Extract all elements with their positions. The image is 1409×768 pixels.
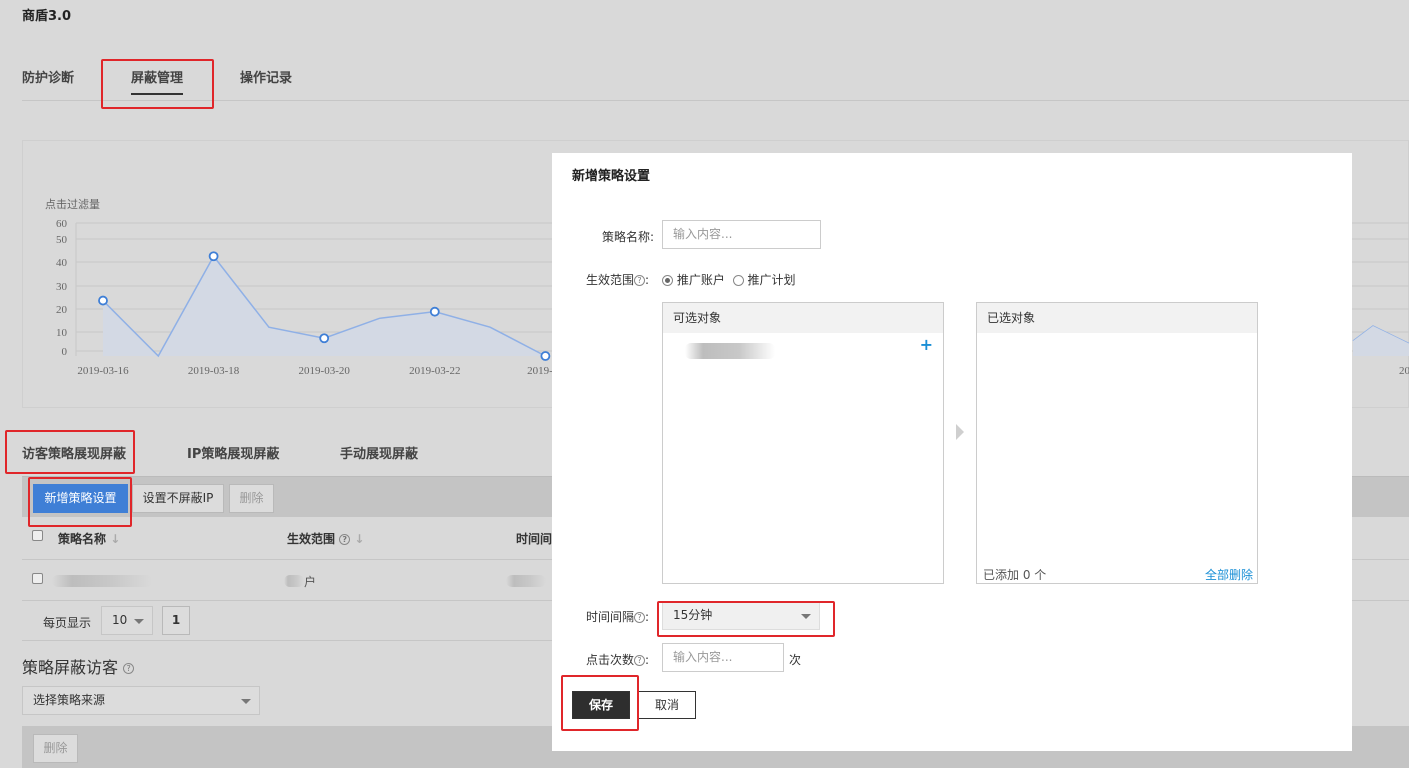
help-icon[interactable]: ?: [123, 663, 135, 674]
clicks-label-row: 点击次数?:: [572, 651, 662, 668]
clicks-label: 点击次数: [586, 653, 635, 667]
delete-button[interactable]: 删除: [229, 484, 274, 513]
help-icon[interactable]: ?: [339, 534, 351, 545]
x-tick-label: 2019-03-18: [188, 365, 240, 377]
highlight-save: [561, 675, 639, 731]
page-size-select[interactable]: 10: [101, 606, 153, 635]
strategy-source-select[interactable]: 选择策略来源: [22, 686, 260, 715]
subtab-ip-strategy[interactable]: IP策略展现屏蔽: [187, 443, 279, 462]
y-tick-label: 30: [56, 281, 68, 293]
x-tick-label: 2019-03-22: [409, 365, 460, 377]
highlight-subtab: [5, 430, 135, 474]
available-objects-box: 可选对象 +: [662, 302, 944, 584]
subtab-manual[interactable]: 手动展现屏蔽: [340, 443, 418, 462]
highlight-tab: [101, 59, 214, 109]
y-tick-label: 0: [62, 346, 68, 358]
help-icon[interactable]: ?: [634, 655, 646, 666]
selected-objects-title: 已选对象: [977, 303, 1257, 333]
data-point: [429, 306, 440, 317]
data-point: [540, 351, 551, 361]
strategy-name-input[interactable]: 输入内容...: [662, 220, 821, 249]
clicks-colon: :: [645, 653, 650, 667]
sort-down-icon[interactable]: ↓: [354, 532, 364, 546]
transfer-arrow-icon[interactable]: [956, 424, 964, 440]
y-tick-labels: 60 50 40 30 20 10 0: [56, 218, 68, 358]
sort-down-icon[interactable]: ↓: [110, 532, 120, 546]
scope-colon: :: [645, 273, 650, 287]
page-1-button[interactable]: 1: [162, 606, 190, 635]
page-size-label: 每页显示: [43, 616, 92, 630]
select-all-checkbox[interactable]: [32, 530, 43, 541]
col-time-interval: 时间间: [516, 532, 553, 546]
row-scope-partial: 户: [304, 575, 317, 589]
x-tick-label: 2019-03-16: [77, 365, 129, 377]
interval-colon: :: [645, 610, 650, 624]
data-point: [98, 295, 108, 306]
col-strategy-name: 策略名称: [58, 532, 107, 546]
clear-all-link[interactable]: 全部删除: [1205, 566, 1253, 583]
clicks-unit: 次: [789, 653, 802, 667]
set-ip-exempt-button[interactable]: 设置不屏蔽IP: [132, 484, 224, 513]
y-tick-label: 40: [56, 257, 68, 269]
help-icon[interactable]: ?: [634, 275, 646, 286]
plus-icon[interactable]: +: [920, 335, 933, 354]
add-strategy-modal: 新增策略设置 策略名称: 输入内容... 生效范围?: 推广账户 推广计划 可选…: [552, 153, 1352, 751]
selected-objects-box: 已选对象 已添加 0 个 全部删除: [976, 302, 1258, 584]
tabs-divider: [22, 100, 1409, 101]
highlight-interval: [657, 601, 835, 637]
app-title: 商盾3.0: [22, 9, 72, 24]
added-count: 已添加 0 个: [983, 568, 1047, 582]
tab-defense-diagnosis[interactable]: 防护诊断: [22, 67, 74, 86]
chevron-down-icon: [241, 699, 251, 704]
section-title: 策略屏蔽访客 ?: [22, 654, 135, 678]
chart-area-right-fragment: [1353, 326, 1409, 356]
x-tick-label: 2019-03-20: [299, 365, 351, 377]
modal-title: 新增策略设置: [572, 169, 651, 184]
interval-label: 时间间隔: [586, 610, 635, 624]
data-point: [319, 333, 330, 344]
x-tick-right-fragment: 20: [1399, 365, 1409, 377]
interval-label-row: 时间间隔?:: [572, 608, 662, 625]
y-tick-label: 60: [56, 218, 68, 230]
radio-account[interactable]: [662, 275, 673, 286]
radio-plan[interactable]: [732, 275, 744, 286]
y-tick-label: 50: [56, 234, 68, 246]
strategy-name-label: 策略名称:: [601, 230, 654, 244]
x-tick-labels: 2019-03-16 2019-03-18 2019-03-20 2019-03-22…: [77, 365, 564, 377]
strategy-source-placeholder: 选择策略来源: [33, 693, 106, 707]
redacted-name: [52, 575, 152, 587]
radio-plan-label[interactable]: 推广计划: [748, 273, 796, 287]
y-tick-label: 20: [56, 304, 68, 316]
y-axis-label: 点击过滤量: [45, 198, 100, 211]
help-icon[interactable]: ?: [634, 612, 646, 623]
available-objects-title: 可选对象: [663, 303, 943, 333]
section-title-text: 策略屏蔽访客: [22, 658, 119, 677]
col-scope: 生效范围: [287, 532, 336, 546]
pager: 每页显示 10 1: [22, 601, 552, 641]
cancel-button[interactable]: 取消: [638, 691, 696, 719]
redacted-scope: [284, 575, 304, 587]
clicks-input[interactable]: 输入内容...: [662, 643, 784, 672]
page-size-value: 10: [112, 613, 128, 627]
chevron-down-icon: [134, 619, 144, 624]
tab-operation-log[interactable]: 操作记录: [240, 67, 292, 86]
radio-account-label[interactable]: 推广账户: [677, 273, 725, 287]
row-checkbox[interactable]: [32, 573, 43, 584]
scope-radio-group: 推广账户 推广计划: [662, 271, 796, 288]
redacted-object: [685, 343, 775, 359]
scope-label-row: 生效范围?:: [572, 271, 662, 288]
scope-label: 生效范围: [586, 273, 635, 287]
redacted-time: [506, 575, 546, 587]
data-point: [208, 251, 219, 262]
y-tick-label: 10: [56, 327, 68, 339]
section-delete-button[interactable]: 删除: [33, 734, 78, 763]
